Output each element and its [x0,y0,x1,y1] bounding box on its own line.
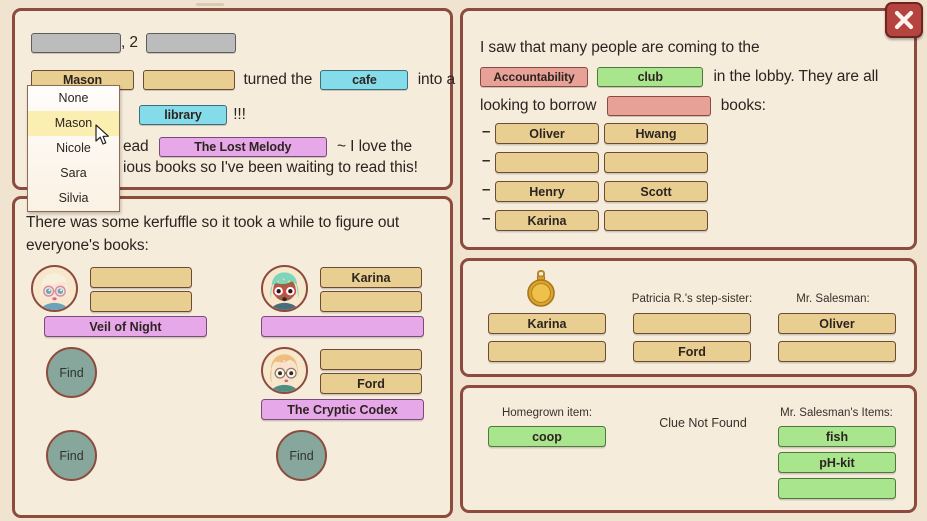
close-icon [894,10,914,30]
books-find-button-3[interactable]: Find [276,430,327,481]
story-text-into: into a [417,71,456,88]
items-col3-value-2[interactable]: pH-kit [778,452,896,473]
lobby-row-dash-4: – [482,210,491,227]
story-place-to-chip[interactable]: library [139,104,227,125]
lobby-person-2-first[interactable] [495,152,599,173]
books-entry1-name-top[interactable] [90,267,192,288]
relations-col3-value-2[interactable] [778,341,896,362]
top-artifact [196,3,224,6]
relations-col1-value-1[interactable]: Karina [488,313,606,334]
books-intro-line-2: everyone's books: [26,237,149,254]
panel-items: Homegrown item: coop Clue Not Found Mr. … [460,385,917,513]
pocket-watch-icon [527,270,555,307]
dropdown-option-silvia[interactable]: Silvia [28,186,119,211]
story-place-from-chip[interactable]: cafe [320,69,409,90]
lobby-person-4-first[interactable]: Karina [495,210,599,231]
lobby-person-4-last[interactable] [604,210,708,231]
lobby-person-3-first[interactable]: Henry [495,181,599,202]
dropdown-option-sara[interactable]: Sara [28,161,119,186]
story-line-1: , 2 [31,28,237,57]
mouse-cursor-icon [95,124,109,145]
lobby-row-dash-1: – [482,123,491,140]
panel-books: There was some kerfuffle so it took a wh… [12,196,453,518]
story-slot-2[interactable] [146,32,237,53]
relations-col2-value-1[interactable] [633,313,751,334]
panel-lobby: I saw that many people are coming to the… [460,8,917,250]
lobby-club-chip[interactable]: club [597,66,704,87]
items-col1-label: Homegrown item: [501,407,593,419]
lobby-row-dash-3: – [482,181,491,198]
story-line-5: ious books so I've been waiting to read … [123,159,418,176]
panel-relations: Karina Patricia R.'s step-sister: Ford M… [460,258,917,377]
lobby-row-dash-2: – [482,152,491,169]
lobby-person-1-first[interactable]: Oliver [495,123,599,144]
game-screen: , 2 Mason turned the cafe into a library… [0,0,927,521]
lobby-text-b: in the lobby. They are all [713,68,879,85]
avatar-orange-hair-glasses [261,347,308,394]
avatar-teal-hair-glasses [261,265,308,312]
avatar-blonde-glasses [31,265,78,312]
story-actor-blank-chip[interactable] [143,69,236,90]
items-col1-value-1[interactable]: coop [488,426,606,447]
books-entry2-name-top[interactable]: Karina [320,267,422,288]
books-entry4-name-bottom[interactable]: Ford [320,373,422,394]
items-col3-value-1[interactable]: fish [778,426,896,447]
lobby-text-d: books: [720,97,766,114]
story-slot-1[interactable] [31,32,121,53]
items-col3-label: Mr. Salesman's Items: [780,407,893,419]
character-dropdown[interactable]: None Mason Nicole Sara Silvia [27,85,120,212]
relations-col3-value-1[interactable]: Oliver [778,313,896,334]
relations-col1-value-2[interactable] [488,341,606,362]
items-col3-value-3[interactable] [778,478,896,499]
lobby-person-3-last[interactable]: Scott [604,181,708,202]
books-entry4-name-top[interactable] [320,349,422,370]
story-line-3: library !!! [139,100,246,129]
story-blank-sep: , 2 [121,34,138,51]
lobby-bookkind-chip[interactable] [606,95,711,116]
lobby-person-2-last[interactable] [604,152,708,173]
books-find-button-1[interactable]: Find [46,347,97,398]
lobby-text-a: I saw that many people are coming to the [480,39,760,56]
lobby-text-c: looking to borrow [480,97,597,114]
close-button[interactable] [885,2,923,38]
lobby-line-2: Accountability club in the lobby. They a… [480,62,878,91]
books-entry1-book[interactable]: Veil of Night [44,316,207,337]
dropdown-option-none[interactable]: None [28,86,119,111]
books-entry2-name-bottom[interactable] [320,291,422,312]
story-text-turned: turned the [243,71,313,88]
lobby-accountability-chip[interactable]: Accountability [480,66,588,87]
relations-col2-value-2[interactable]: Ford [633,341,751,362]
books-find-button-2[interactable]: Find [46,430,97,481]
books-entry1-name-bottom[interactable] [90,291,192,312]
relations-col3-label: Mr. Salesman: [796,293,870,305]
lobby-person-1-last[interactable]: Hwang [604,123,708,144]
lobby-line-3: looking to borrow books: [480,91,766,120]
books-entry2-book[interactable] [261,316,424,337]
items-center-note: Clue Not Found [659,416,747,430]
books-entry4-book[interactable]: The Cryptic Codex [261,399,424,420]
story-exclaim: !!! [233,106,246,123]
relations-col2-label: Patricia R.'s step-sister: [631,293,753,305]
